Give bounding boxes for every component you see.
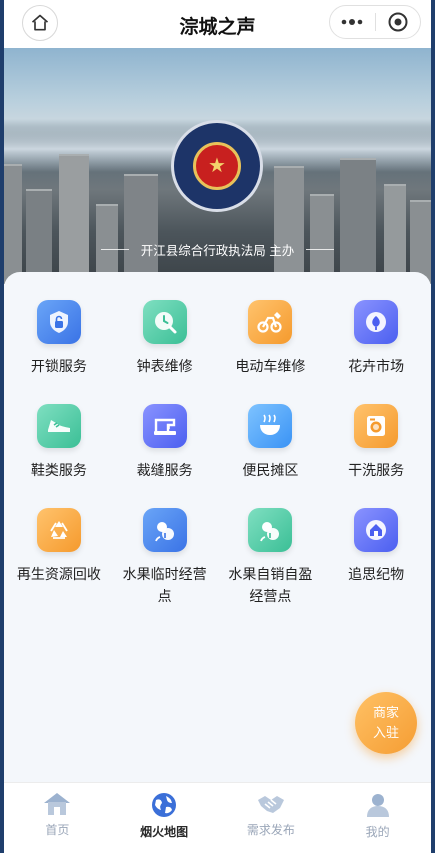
tab-map[interactable]: 烟火地图: [111, 783, 218, 853]
merchant-join-button[interactable]: 商家 入驻: [355, 692, 417, 754]
sponsor-caption: 开江县综合行政执法局 主办: [4, 240, 431, 259]
sponsor-line-left: [100, 249, 129, 250]
service-tailor[interactable]: 裁缝服务: [112, 404, 218, 492]
service-label: 裁缝服务: [136, 462, 193, 478]
tab-demand-publish[interactable]: 需求发布: [218, 783, 325, 853]
tab-label: 我的: [365, 825, 390, 839]
flower-icon: [354, 300, 399, 344]
service-ebike-repair[interactable]: 电动车维修: [218, 300, 324, 388]
service-stall-area[interactable]: 便民摊区: [218, 404, 324, 492]
fruit-self-icon: [248, 508, 293, 552]
miniapp-capsule: [329, 5, 421, 39]
stall-bowl-icon: [248, 404, 293, 448]
tab-label: 需求发布: [246, 823, 295, 837]
banner-building: [4, 164, 22, 284]
banner-building: [310, 194, 334, 284]
app-frame: 淙城之声 ★ 开江县综合行政执法局 主办 开锁服务 钟表维修 电动车维修 花卉市…: [4, 0, 431, 853]
service-shoe[interactable]: 鞋类服务: [6, 404, 112, 492]
service-label: 花卉市场: [348, 358, 405, 374]
service-label: 水果临时经营点: [122, 566, 207, 604]
banner-building: [124, 174, 158, 284]
top-bar: 淙城之声: [4, 0, 431, 48]
administrative-law-enforcement-emblem: ★: [171, 120, 263, 212]
service-fruit-self-sale[interactable]: 水果自销自盈经营点: [218, 508, 324, 618]
banner-building: [26, 189, 52, 284]
service-label: 再生资源回收: [16, 566, 101, 582]
target-circle-icon: [388, 12, 408, 32]
service-flower-market[interactable]: 花卉市场: [323, 300, 429, 388]
sponsor-line-right: [306, 249, 335, 250]
service-memorial[interactable]: 追思纪物: [323, 508, 429, 618]
service-label: 电动车维修: [235, 358, 306, 374]
service-label: 便民摊区: [242, 462, 299, 478]
tab-home[interactable]: 首页: [4, 783, 111, 853]
star-icon: ★: [208, 155, 226, 177]
banner-building: [384, 184, 406, 284]
banner-building: [340, 158, 376, 284]
banner-building: [59, 154, 89, 284]
ebike-repair-icon: [248, 300, 293, 344]
tab-label: 首页: [45, 823, 70, 837]
sewing-machine-icon: [142, 404, 187, 448]
washing-machine-icon: [354, 404, 399, 448]
banner-image: ★ 开江县综合行政执法局 主办: [4, 48, 431, 284]
shoe-icon: [36, 404, 81, 448]
unlock-icon: [36, 300, 81, 344]
service-recycle[interactable]: 再生资源回收: [6, 508, 112, 618]
service-fruit-temporary[interactable]: 水果临时经营点: [112, 508, 218, 618]
more-button[interactable]: [330, 6, 375, 38]
fruit-temp-icon: [142, 508, 187, 552]
emblem-center: ★: [193, 142, 241, 190]
more-dots-icon: [341, 19, 363, 25]
service-label: 追思纪物: [348, 566, 405, 582]
bottom-tab-bar: 首页 烟火地图 需求发布 我的: [4, 782, 431, 853]
merchant-join-line1: 商家: [372, 705, 399, 720]
service-label: 钟表维修: [136, 358, 193, 374]
service-label: 鞋类服务: [30, 462, 87, 478]
service-label: 水果自销自盈经营点: [228, 566, 313, 604]
recycle-icon: [36, 508, 81, 552]
home-tab-icon: [44, 793, 71, 815]
sponsor-text: 开江县综合行政执法局 主办: [140, 244, 295, 258]
close-miniapp-button[interactable]: [376, 6, 421, 38]
service-dry-cleaning[interactable]: 干洗服务: [323, 404, 429, 492]
tab-mine[interactable]: 我的: [324, 783, 431, 853]
service-unlock[interactable]: 开锁服务: [6, 300, 112, 388]
user-icon: [366, 794, 389, 817]
handshake-icon: [257, 796, 284, 813]
service-clock-repair[interactable]: 钟表维修: [112, 300, 218, 388]
memorial-house-icon: [354, 508, 399, 552]
banner-building: [274, 166, 304, 284]
service-label: 开锁服务: [30, 358, 87, 374]
clock-repair-icon: [142, 300, 187, 344]
service-label: 干洗服务: [348, 462, 405, 478]
tab-label: 烟火地图: [140, 825, 189, 839]
map-globe-icon: [152, 793, 177, 817]
merchant-join-line2: 入驻: [372, 725, 399, 740]
service-grid: 开锁服务 钟表维修 电动车维修 花卉市场 鞋类服务 裁缝服务 便民摊区 干洗服务…: [6, 300, 429, 618]
